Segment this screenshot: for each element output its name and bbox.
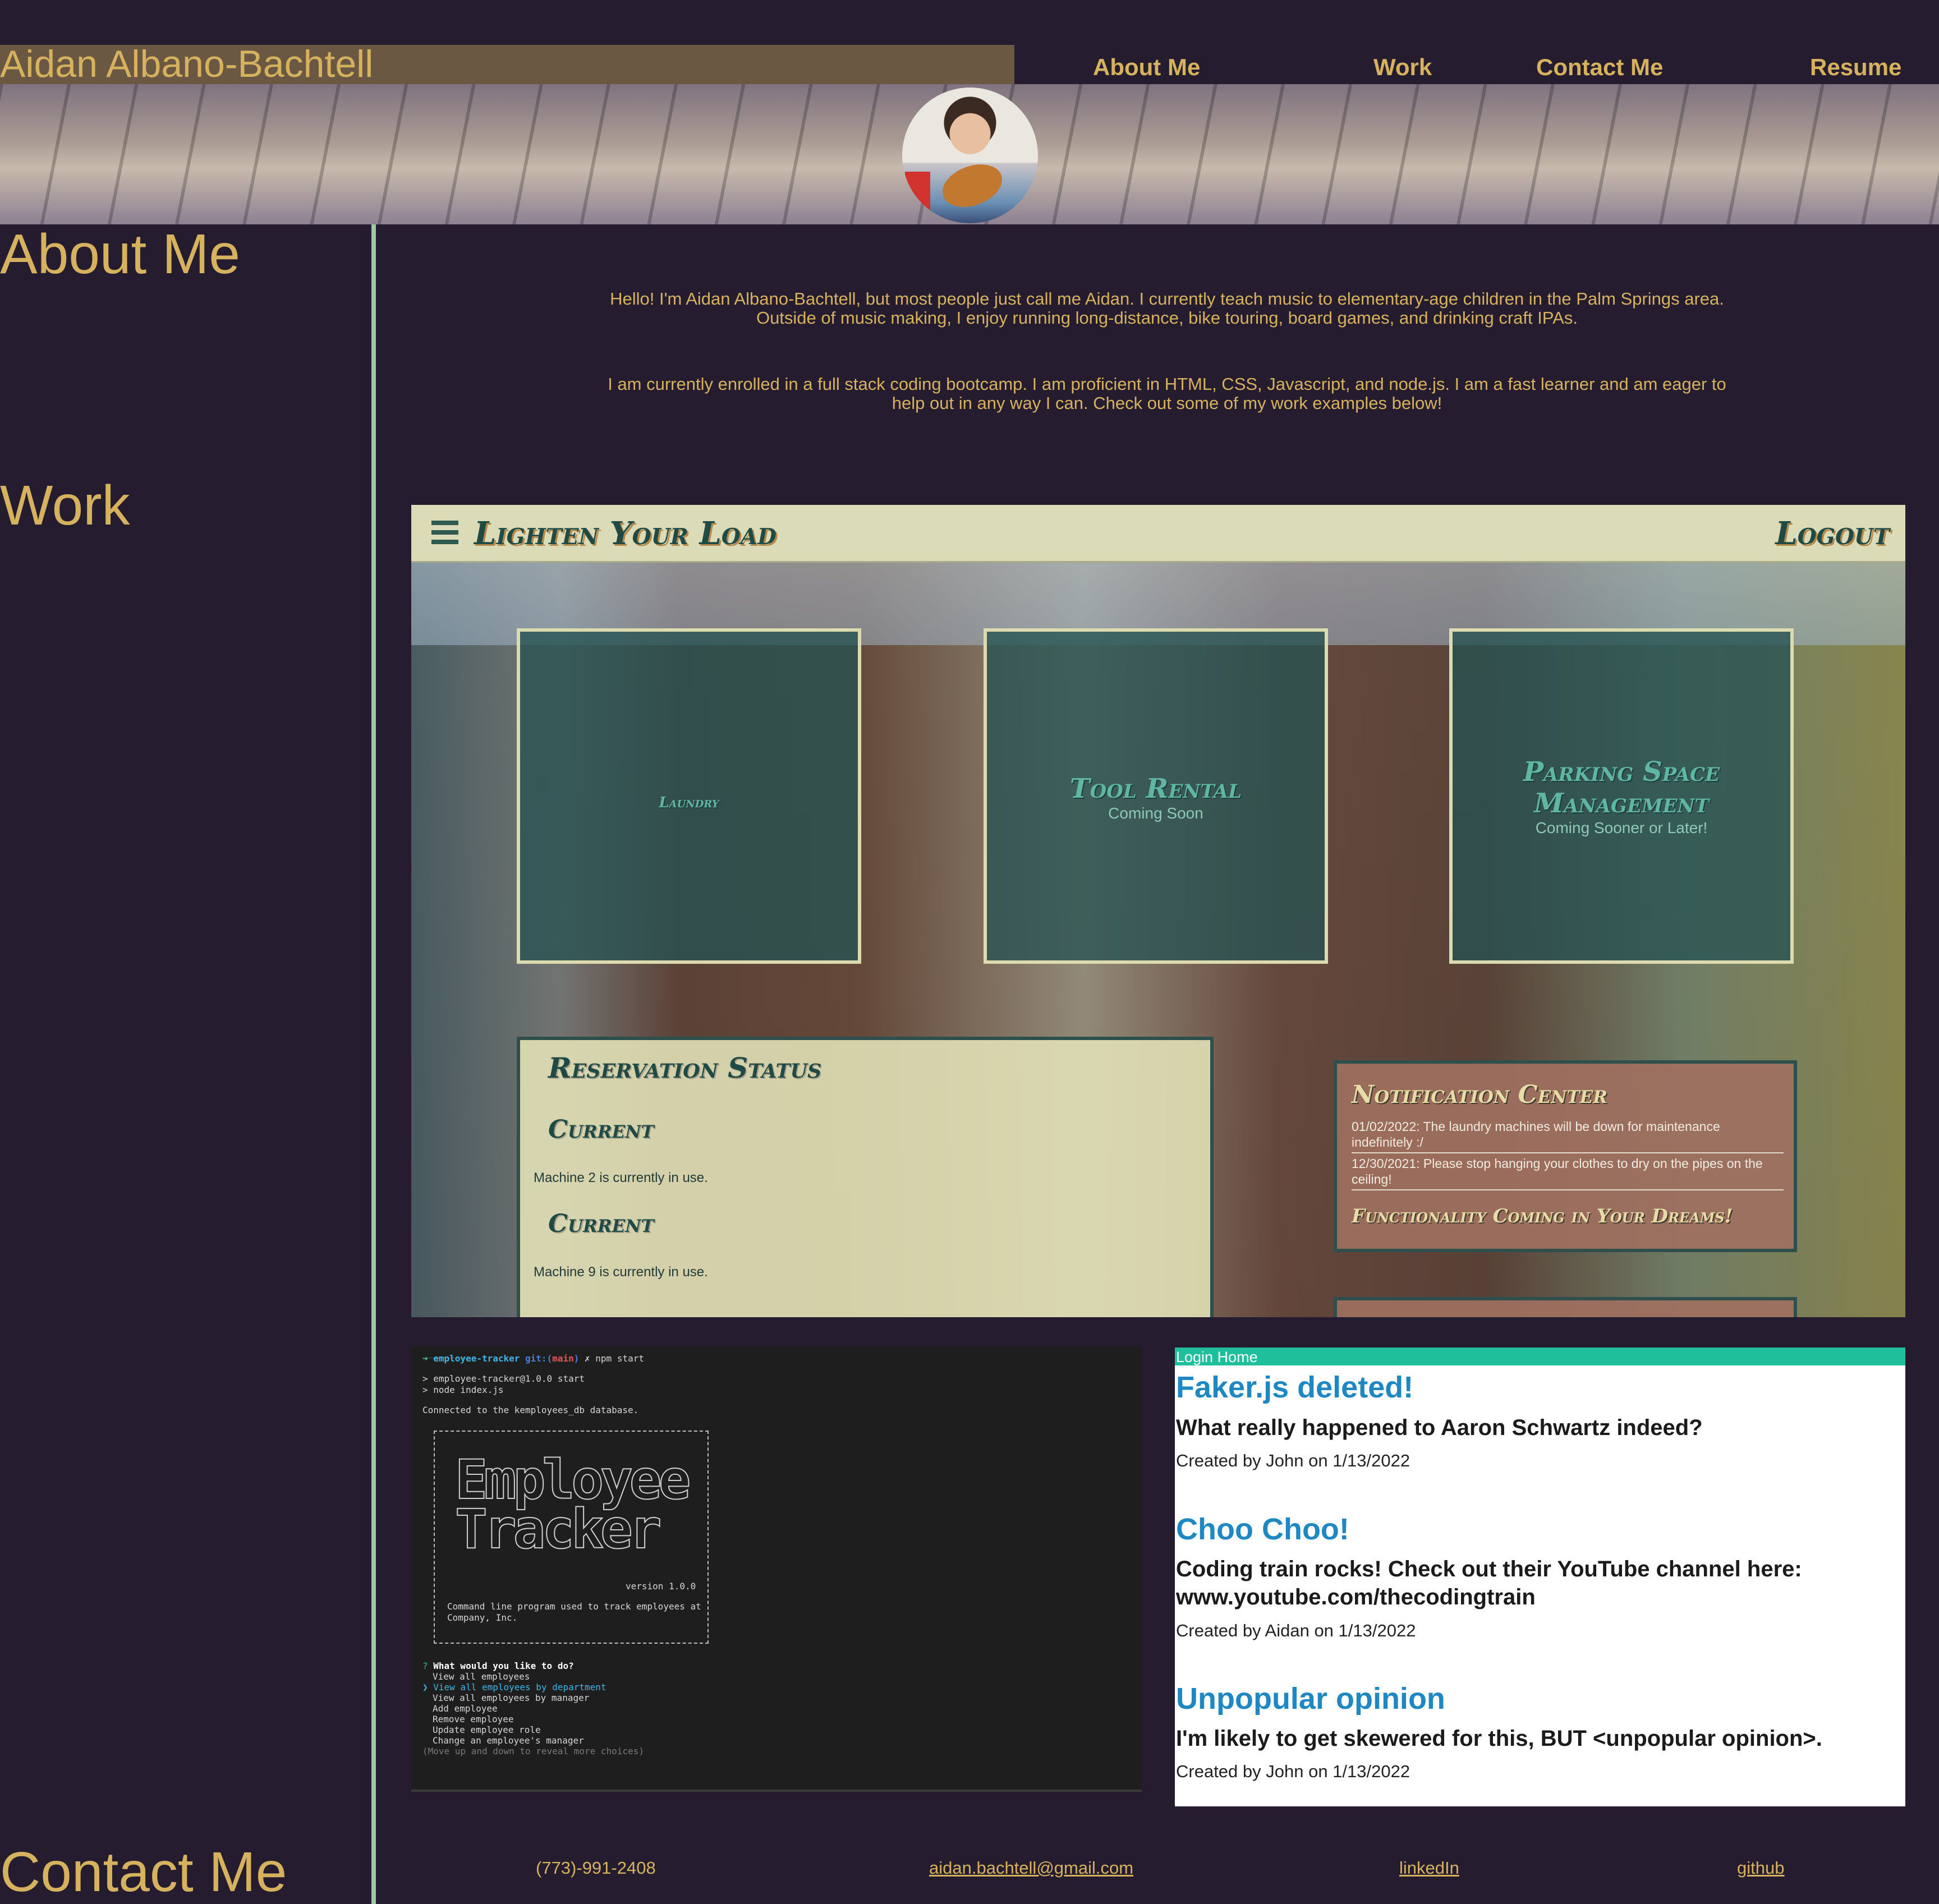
prompt-dir: employee-tracker <box>433 1353 520 1364</box>
service-card-tool-rental[interactable]: Tool Rental Coming Soon <box>984 628 1328 964</box>
card-title: Laundry <box>659 794 719 811</box>
blog-nav-links[interactable]: Login Home <box>1176 1349 1258 1365</box>
menu-hint: (Move up and down to reveal more choices… <box>422 1746 644 1756</box>
contact-github-link[interactable]: github <box>1737 1858 1784 1878</box>
post-body: I'm likely to get skewered for this, BUT… <box>1176 1726 1822 1751</box>
project-tech-blog[interactable]: Login Home Faker.js deleted! What really… <box>1175 1347 1905 1806</box>
post-body: What really happened to Aaron Schwartz i… <box>1176 1415 1703 1440</box>
description-line: Command line program used to track emplo… <box>447 1601 701 1612</box>
project-lighten-your-load[interactable]: Lighten Your Load Logout Laundry Tool Re… <box>411 505 1905 1317</box>
reservation-text: Machine 2 is currently in use. <box>534 1170 708 1185</box>
notification-center-panel: Notification Center 01/02/2022: The laun… <box>1334 1060 1797 1252</box>
contact-heading: Contact Me <box>0 1841 287 1903</box>
nav-contact-me[interactable]: Contact Me <box>1536 54 1663 81</box>
menu-option-selected[interactable]: View all employees by department <box>433 1682 606 1693</box>
terminal-line: > node index.js <box>422 1385 504 1395</box>
nav-work[interactable]: Work <box>1373 54 1432 81</box>
post-title[interactable]: Choo Choo! <box>1176 1512 1349 1547</box>
notification-item: 01/02/2022: The laundry machines will be… <box>1352 1119 1720 1149</box>
menu-option[interactable]: Update employee role <box>433 1724 541 1735</box>
about-paragraph-1: Hello! I'm Aidan Albano-Bachtell, but mo… <box>610 289 1724 328</box>
reservation-label: Current <box>548 1209 654 1238</box>
app-navbar: Lighten Your Load Logout <box>411 505 1905 563</box>
profile-avatar <box>902 88 1038 223</box>
description-line: Company, Inc. <box>447 1612 518 1623</box>
reservation-text: Machine 9 is currently in use. <box>534 1264 708 1280</box>
card-title: Tool Rental <box>1069 773 1242 804</box>
menu-option[interactable]: View all employees <box>433 1671 530 1682</box>
service-card-parking[interactable]: Parking Space Management Coming Sooner o… <box>1449 628 1794 964</box>
notification-heading: Notification Center <box>1352 1080 1608 1109</box>
menu-option[interactable]: Change an employee's manager <box>433 1735 584 1746</box>
notification-panel-2 <box>1334 1297 1797 1317</box>
work-heading: Work <box>0 474 130 537</box>
about-paragraph-2: I am currently enrolled in a full stack … <box>608 374 1726 413</box>
post-title[interactable]: Unpopular opinion <box>1176 1681 1445 1716</box>
post-meta: Created by John on 1/13/2022 <box>1176 1762 1410 1781</box>
notification-footer: Functionality Coming in Your Dreams! <box>1352 1205 1733 1227</box>
card-subtitle: Coming Sooner or Later! <box>1535 819 1708 836</box>
notification-item: 12/30/2021: Please stop hanging your clo… <box>1352 1156 1763 1186</box>
contact-phone: (773)-991-2408 <box>536 1858 656 1878</box>
blog-navbar <box>1175 1347 1905 1365</box>
nav-about-me[interactable]: About Me <box>1093 54 1200 81</box>
service-card-laundry[interactable]: Laundry <box>517 628 861 964</box>
contact-email-link[interactable]: aidan.bachtell@gmail.com <box>929 1858 1133 1878</box>
section-divider <box>371 224 376 1904</box>
card-subtitle: Coming Soon <box>1108 804 1203 822</box>
ascii-banner: Employee Tracker version 1.0.0 Command l… <box>434 1431 709 1644</box>
terminal-line: Connected to the kemployees_db database. <box>422 1405 639 1415</box>
project-employee-tracker[interactable]: ________ ➜ employee-tracker git:(main) ✗… <box>411 1346 1142 1792</box>
hamburger-menu-icon[interactable] <box>431 521 458 544</box>
post-meta: Created by John on 1/13/2022 <box>1176 1451 1410 1470</box>
version-text: version 1.0.0 <box>626 1581 696 1592</box>
post-meta: Created by Aidan on 1/13/2022 <box>1176 1621 1416 1640</box>
nav-resume[interactable]: Resume <box>1810 54 1901 81</box>
reservation-heading: Reservation Status <box>548 1051 822 1084</box>
contact-linkedin-link[interactable]: linkedIn <box>1399 1858 1459 1878</box>
card-title: Parking Space Management <box>1523 756 1720 819</box>
site-title: Aidan Albano-Bachtell <box>0 43 374 85</box>
logout-button[interactable]: Logout <box>1775 515 1890 552</box>
menu-option[interactable]: Remove employee <box>433 1714 514 1724</box>
about-heading: About Me <box>0 223 241 286</box>
reservation-label: Current <box>548 1115 654 1144</box>
reservation-status-panel: Reservation Status Current Machine 2 is … <box>517 1037 1214 1317</box>
post-body: Coding train rocks! Check out their YouT… <box>1176 1557 1802 1609</box>
terminal-line: > employee-tracker@1.0.0 start <box>422 1373 585 1384</box>
menu-option[interactable]: Add employee <box>433 1703 498 1714</box>
prompt-question: What would you like to do? <box>433 1661 574 1671</box>
post-title[interactable]: Faker.js deleted! <box>1176 1370 1413 1405</box>
prompt-command: ✗ npm start <box>585 1353 644 1364</box>
app-brand: Lighten Your Load <box>474 515 776 552</box>
ascii-title-line: Tracker <box>454 1497 663 1561</box>
menu-option[interactable]: View all employees by manager <box>433 1693 589 1703</box>
